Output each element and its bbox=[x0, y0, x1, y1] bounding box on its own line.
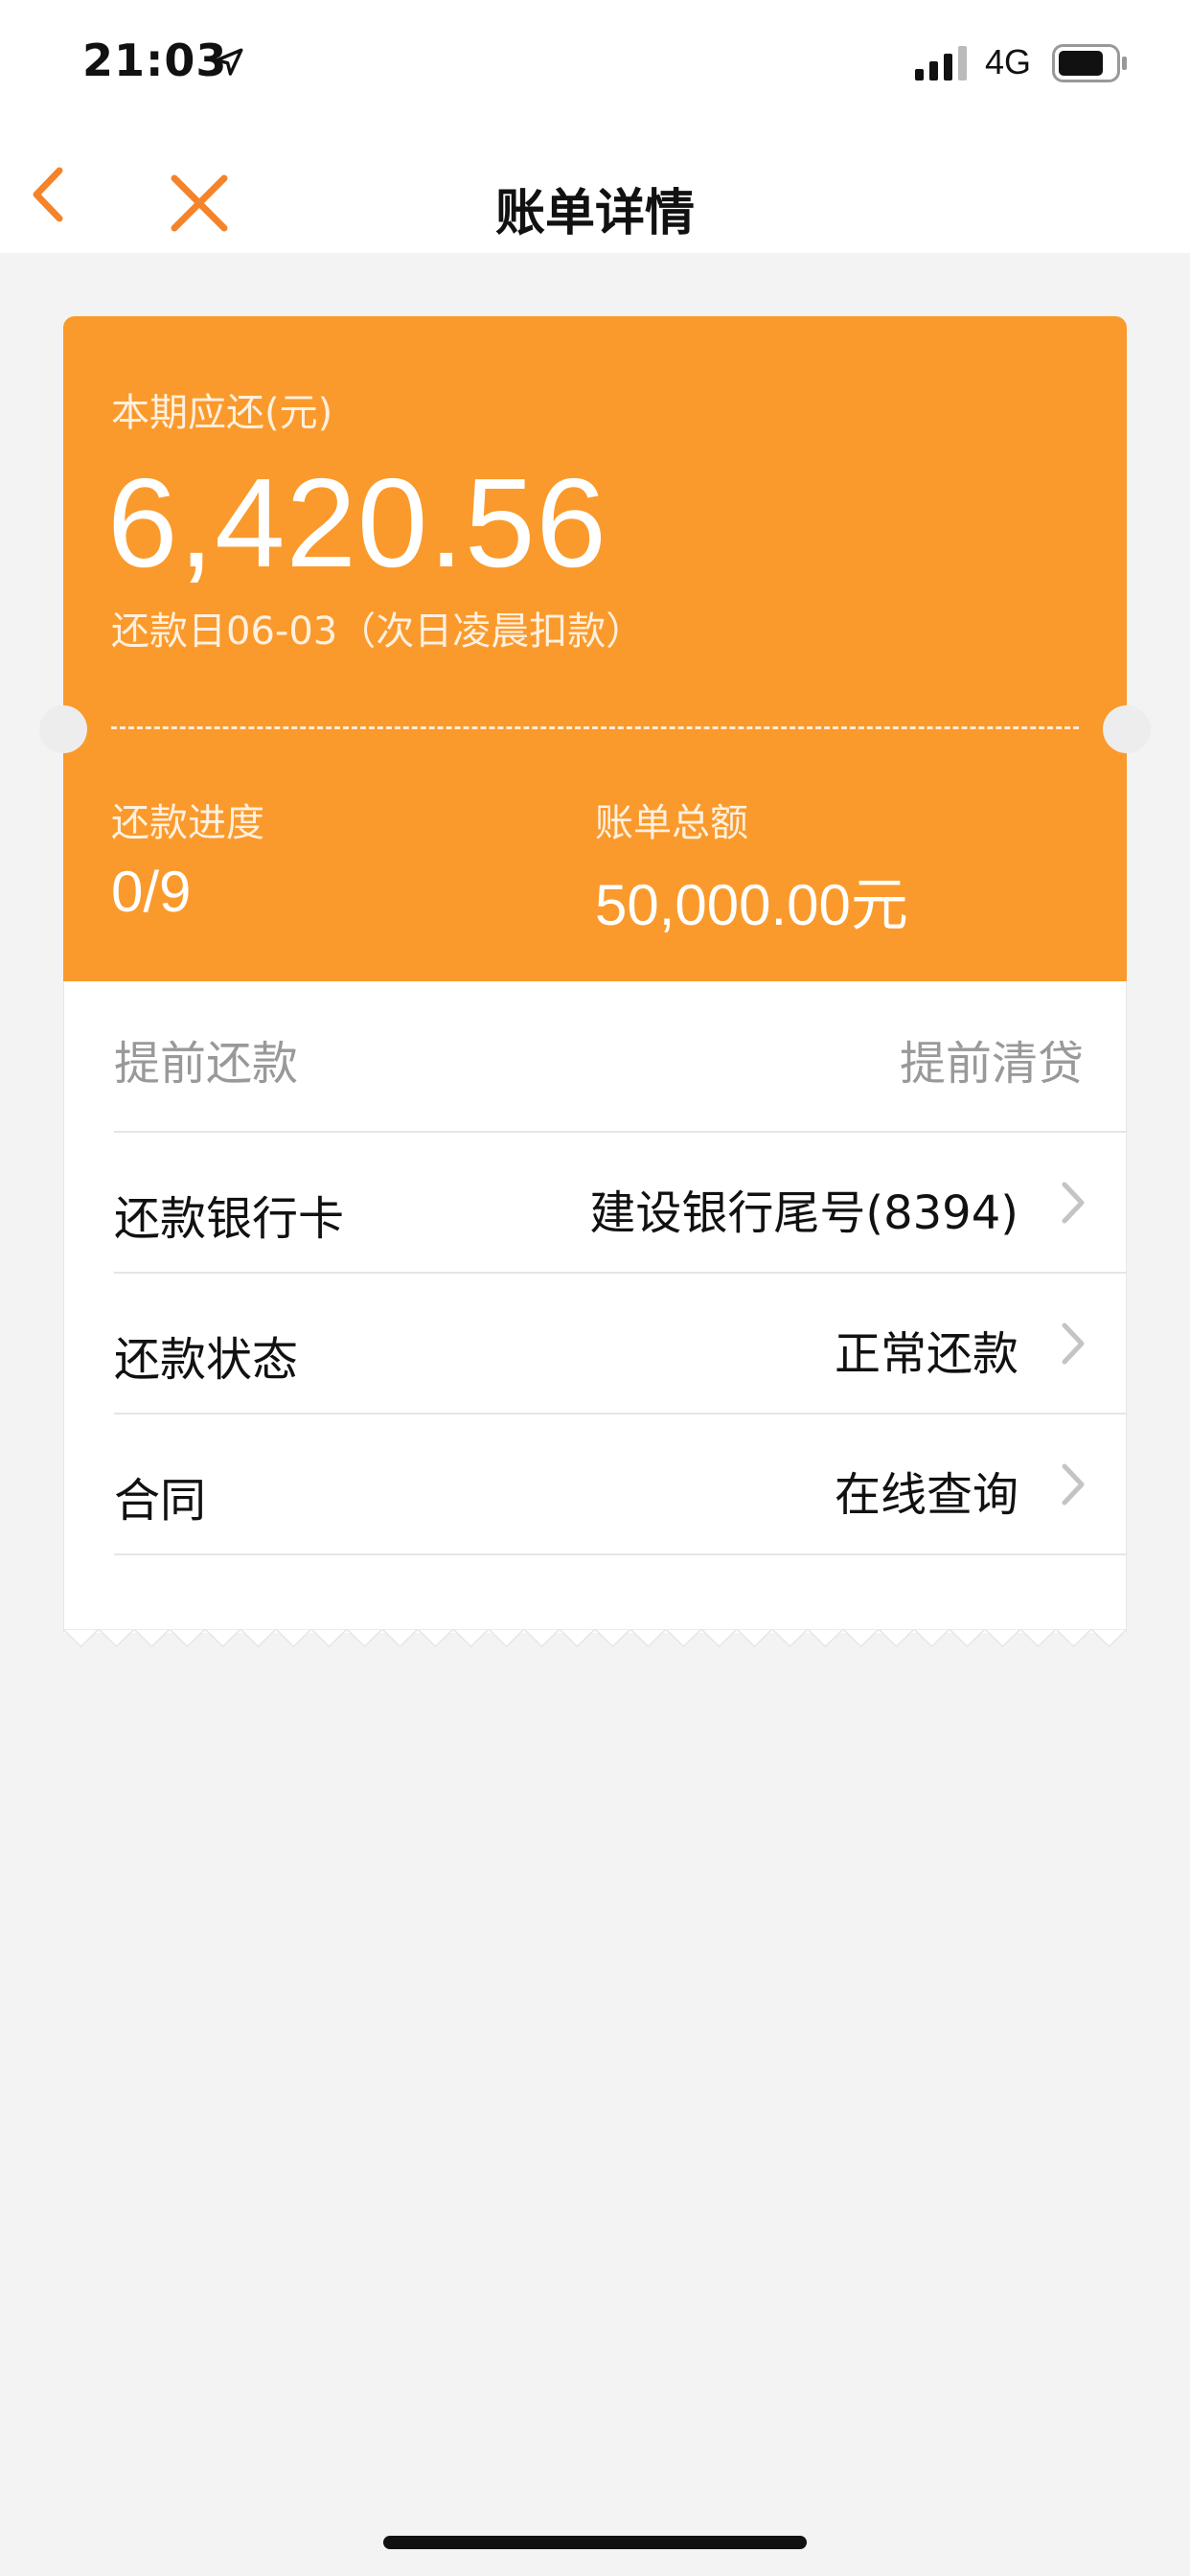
ticket-notch-left bbox=[39, 705, 87, 753]
bill-card: 本期应还(元) 6,420.56 还款日06-03（次日凌晨扣款） 还款进度 0… bbox=[39, 316, 1151, 1648]
payoff-button[interactable]: 提前清贷 bbox=[900, 1025, 1084, 1092]
row-value: 建设银行尾号(8394) bbox=[589, 1186, 1018, 1240]
battery-icon bbox=[1052, 44, 1127, 82]
row-value: 正常还款 bbox=[834, 1327, 1018, 1381]
ticket-notch-right bbox=[1103, 705, 1151, 753]
status-bar: 21:03 4G bbox=[0, 0, 1190, 126]
due-amount: 6,420.56 bbox=[107, 452, 607, 593]
signal-icon bbox=[915, 46, 967, 80]
dashed-divider bbox=[111, 726, 1079, 729]
location-arrow-icon bbox=[215, 48, 243, 76]
due-date: 还款日06-03（次日凌晨扣款） bbox=[111, 610, 645, 654]
divider bbox=[114, 1553, 1126, 1555]
row-bank-card[interactable]: 还款银行卡 建设银行尾号(8394) bbox=[64, 1133, 1126, 1272]
bill-summary: 本期应还(元) 6,420.56 还款日06-03（次日凌晨扣款） 还款进度 0… bbox=[39, 316, 1151, 981]
row-label: 还款银行卡 bbox=[114, 1192, 345, 1246]
home-indicator[interactable] bbox=[383, 2536, 807, 2549]
total-label: 账单总额 bbox=[595, 801, 748, 845]
row-label: 合同 bbox=[114, 1474, 207, 1528]
progress-value: 0/9 bbox=[111, 860, 192, 924]
total-value: 50,000.00元 bbox=[595, 873, 908, 937]
due-label: 本期应还(元) bbox=[111, 391, 333, 435]
page-title: 账单详情 bbox=[494, 185, 695, 242]
prepay-button[interactable]: 提前还款 bbox=[114, 1025, 298, 1092]
network-label: 4G bbox=[985, 42, 1032, 81]
row-value: 在线查询 bbox=[834, 1468, 1018, 1522]
row-label: 还款状态 bbox=[114, 1333, 299, 1387]
progress-label: 还款进度 bbox=[111, 801, 264, 845]
status-time: 21:03 bbox=[82, 34, 228, 86]
row-contract[interactable]: 合同 在线查询 bbox=[64, 1414, 1126, 1553]
bill-details: 提前还款 提前清贷 还款银行卡 建设银行尾号(8394) 还款状态 正常还款 合… bbox=[63, 981, 1127, 1633]
prepay-row: 提前还款 提前清贷 bbox=[64, 981, 1126, 1131]
receipt-zigzag-edge bbox=[63, 1629, 1127, 1648]
chevron-right-icon bbox=[1062, 1463, 1085, 1506]
chevron-right-icon bbox=[1062, 1182, 1085, 1224]
row-repayment-status[interactable]: 还款状态 正常还款 bbox=[64, 1274, 1126, 1413]
nav-bar: 账单详情 bbox=[0, 126, 1190, 253]
chevron-right-icon bbox=[1062, 1322, 1085, 1365]
